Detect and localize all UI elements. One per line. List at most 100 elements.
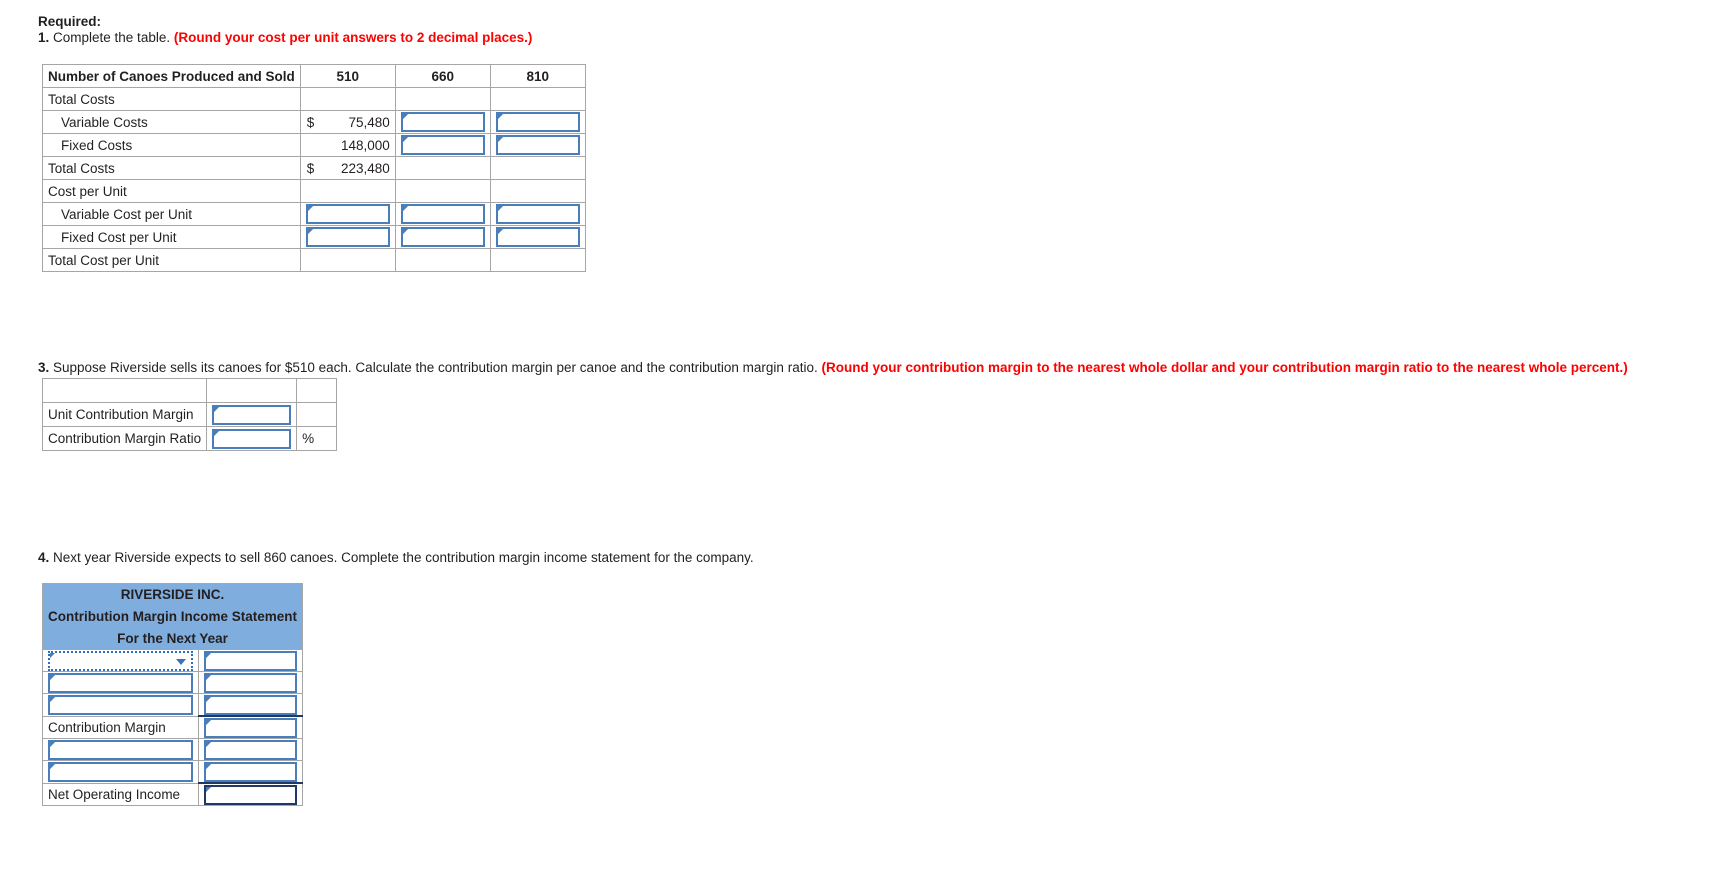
input-unit-contribution-margin[interactable] [206,402,298,427]
input-amount-1[interactable] [197,649,304,672]
cell-empty [299,179,396,203]
text-field[interactable] [212,428,292,449]
text-field[interactable] [48,694,193,715]
input-line-item-2[interactable] [42,671,199,694]
table-row: Fixed Costs 148,000 [42,133,586,157]
input-fixed-cost-per-unit-810[interactable] [489,225,586,249]
col-header-label: Number of Canoes Produced and Sold [42,64,301,88]
dropdown-line-item-1[interactable] [42,649,199,672]
table-row: Total Costs [42,87,586,111]
question-4-prompt: 4. Next year Riverside expects to sell 8… [38,548,754,568]
question-3-prompt: 3. Suppose Riverside sells its canoes fo… [38,358,1628,378]
statement-name: Contribution Margin Income Statement [41,605,304,628]
input-line-item-3[interactable] [42,693,199,717]
input-amount-5[interactable] [197,738,304,761]
input-amount-2[interactable] [197,671,304,694]
text-field[interactable] [203,694,298,715]
input-variable-costs-810[interactable] [489,110,586,134]
row-label-contribution-margin-ratio: Contribution Margin Ratio [41,426,208,451]
text-field[interactable] [305,227,390,247]
company-name: RIVERSIDE INC. [41,583,304,606]
text-field[interactable] [495,204,580,224]
contribution-margin-table: Unit Contribution Margin Contribution Ma… [41,378,338,451]
table-row [42,760,304,784]
question-1-prompt: 1. Complete the table. (Round your cost … [38,28,532,48]
text-field[interactable] [400,135,485,155]
row-label-variable-cost-per-unit: Variable Cost per Unit [42,202,301,226]
cell-total-costs-810 [489,156,586,180]
text-field[interactable] [48,672,193,693]
text-field[interactable] [203,739,298,760]
select-field[interactable] [48,650,193,671]
cell-empty [299,87,396,111]
table-row [42,649,304,672]
cell-total-costs-660 [394,156,491,180]
cell-total-cost-per-unit-660 [394,248,491,272]
cell-variable-costs-510: $75,480 [299,110,396,134]
input-variable-cost-per-unit-810[interactable] [489,202,586,226]
statement-title-row: RIVERSIDE INC. [41,583,304,606]
statement-title-row: For the Next Year [41,627,304,650]
text-field[interactable] [203,717,298,738]
chevron-down-icon [175,658,186,665]
input-fixed-cost-per-unit-510[interactable] [299,225,396,249]
cell-empty [489,87,586,111]
text-field[interactable] [212,404,292,425]
input-line-item-5[interactable] [42,738,199,761]
row-label-total-costs-section: Total Costs [42,87,301,111]
cell-value: 75,480 [348,114,390,130]
text-field[interactable] [495,112,580,132]
input-variable-cost-per-unit-660[interactable] [394,202,491,226]
input-net-operating-income-amount[interactable] [197,782,304,806]
text-field[interactable] [305,204,390,224]
text-field[interactable] [400,227,485,247]
table-row: Variable Cost per Unit [42,202,586,226]
table-row: Cost per Unit [42,179,586,203]
table-row [42,671,304,694]
question-3-text: Suppose Riverside sells its canoes for $… [49,360,822,375]
table-row: Contribution Margin [42,715,304,739]
text-field[interactable] [400,112,485,132]
cell-total-cost-per-unit-810 [489,248,586,272]
input-fixed-cost-per-unit-660[interactable] [394,225,491,249]
statement-title-row: Contribution Margin Income Statement [41,605,304,628]
costs-table: Number of Canoes Produced and Sold 510 6… [42,64,586,272]
cell-empty [394,87,491,111]
table-row [42,693,304,717]
input-variable-costs-660[interactable] [394,110,491,134]
unit-suffix-unit-contribution-margin [296,402,338,427]
input-contribution-margin-amount[interactable] [197,715,304,739]
input-fixed-costs-810[interactable] [489,133,586,157]
row-label-variable-costs: Variable Costs [42,110,301,134]
text-field[interactable] [203,761,298,782]
text-field[interactable] [48,739,193,760]
table-header-row [41,378,338,403]
table-row: Total Cost per Unit [42,248,586,272]
input-contribution-margin-ratio[interactable] [206,426,298,451]
text-field[interactable] [495,135,580,155]
text-field[interactable] [203,650,298,671]
text-field[interactable] [203,672,298,693]
cell-total-cost-per-unit-510 [299,248,396,272]
col-header-510: 510 [299,64,396,88]
input-variable-cost-per-unit-510[interactable] [299,202,396,226]
text-field[interactable] [48,761,193,782]
input-line-item-6[interactable] [42,760,199,784]
table-row: Variable Costs $75,480 [42,110,586,134]
question-1-note: (Round your cost per unit answers to 2 d… [173,30,533,45]
cell-total-costs-510: $223,480 [299,156,396,180]
question-4-text: Next year Riverside expects to sell 860 … [49,550,754,565]
text-field[interactable] [495,227,580,247]
text-field[interactable] [203,784,298,805]
input-amount-3[interactable] [197,693,304,717]
col-header-blank-label [41,378,208,403]
question-3-note: (Round your contribution margin to the n… [821,360,1628,375]
currency-symbol: $ [306,160,315,176]
cell-empty [394,179,491,203]
input-amount-6[interactable] [197,760,304,784]
table-row [42,738,304,761]
input-fixed-costs-660[interactable] [394,133,491,157]
table-header-row: Number of Canoes Produced and Sold 510 6… [42,64,586,88]
table-row: Contribution Margin Ratio % [41,426,338,451]
text-field[interactable] [400,204,485,224]
